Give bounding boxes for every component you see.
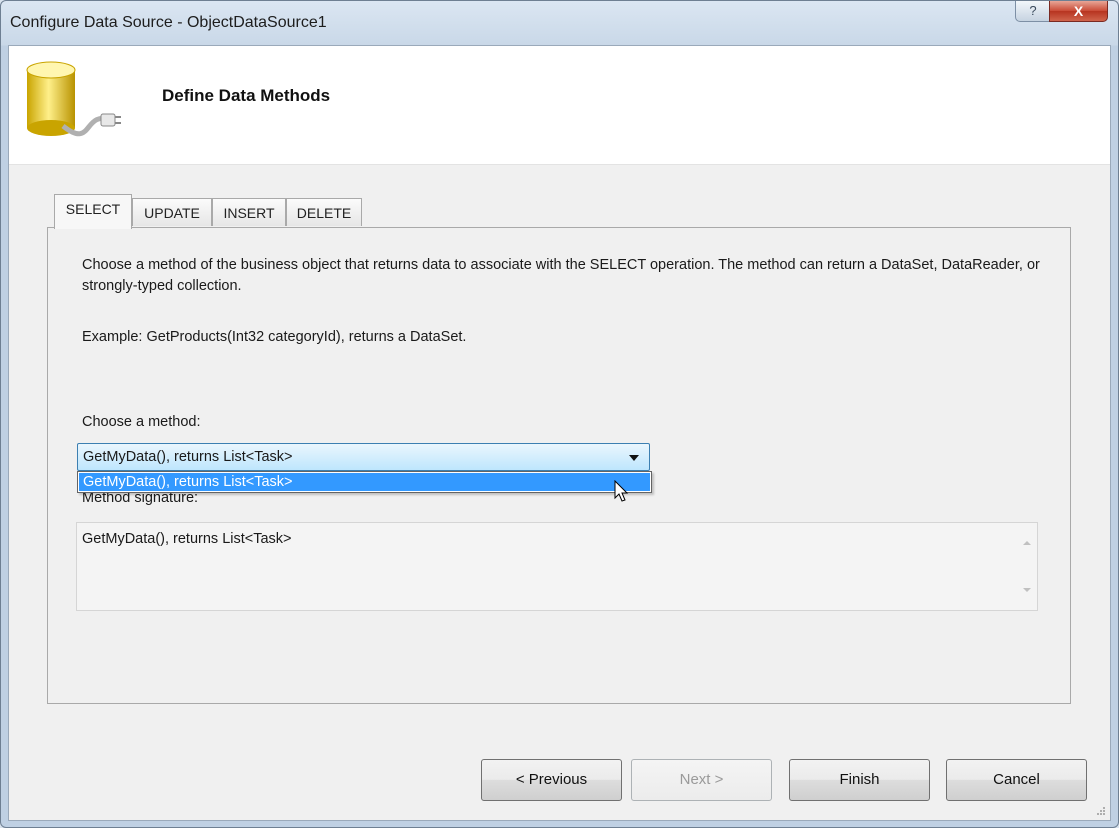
method-dropdown-list: GetMyData(), returns List<Task> xyxy=(77,471,652,493)
mouse-cursor-icon xyxy=(614,480,629,502)
dialog-client-area: Define Data Methods SELECT UPDATE INSERT… xyxy=(8,45,1111,821)
method-signature-text: GetMyData(), returns List<Task> xyxy=(82,531,292,547)
scroll-down-icon[interactable] xyxy=(1023,588,1031,592)
next-button[interactable]: Next > xyxy=(631,759,772,801)
wizard-header: Define Data Methods xyxy=(9,46,1110,165)
chevron-down-icon[interactable] xyxy=(629,455,639,461)
method-dropdown[interactable]: GetMyData(), returns List<Task> xyxy=(77,443,650,471)
close-button[interactable]: X xyxy=(1049,1,1108,22)
window-title: Configure Data Source - ObjectDataSource… xyxy=(10,14,327,31)
method-signature-box: GetMyData(), returns List<Task> xyxy=(76,522,1038,611)
operation-description: Choose a method of the business object t… xyxy=(82,257,1040,294)
resize-grip-icon[interactable] xyxy=(1096,806,1106,816)
dropdown-option[interactable]: GetMyData(), returns List<Task> xyxy=(79,473,650,491)
database-plug-icon xyxy=(26,61,121,137)
wizard-step-title: Define Data Methods xyxy=(162,86,331,105)
signature-scrollbar[interactable] xyxy=(1017,523,1037,610)
finish-button[interactable]: Finish xyxy=(789,759,930,801)
tab-delete[interactable]: DELETE xyxy=(286,198,362,226)
method-dropdown-value: GetMyData(), returns List<Task> xyxy=(83,449,293,465)
help-button[interactable]: ? xyxy=(1015,1,1051,22)
title-bar[interactable]: Configure Data Source - ObjectDataSource… xyxy=(1,1,1118,45)
tab-insert[interactable]: INSERT xyxy=(212,198,286,226)
scroll-up-icon[interactable] xyxy=(1023,541,1031,545)
example-text: Example: GetProducts(Int32 categoryId), … xyxy=(82,329,467,345)
select-tab-panel: Choose a method of the business object t… xyxy=(47,227,1071,704)
tab-update[interactable]: UPDATE xyxy=(132,198,212,226)
choose-method-label: Choose a method: xyxy=(82,414,201,430)
cancel-button[interactable]: Cancel xyxy=(946,759,1087,801)
previous-button[interactable]: < Previous xyxy=(481,759,622,801)
dialog-window: Configure Data Source - ObjectDataSource… xyxy=(0,0,1119,828)
tab-select[interactable]: SELECT xyxy=(54,194,132,229)
